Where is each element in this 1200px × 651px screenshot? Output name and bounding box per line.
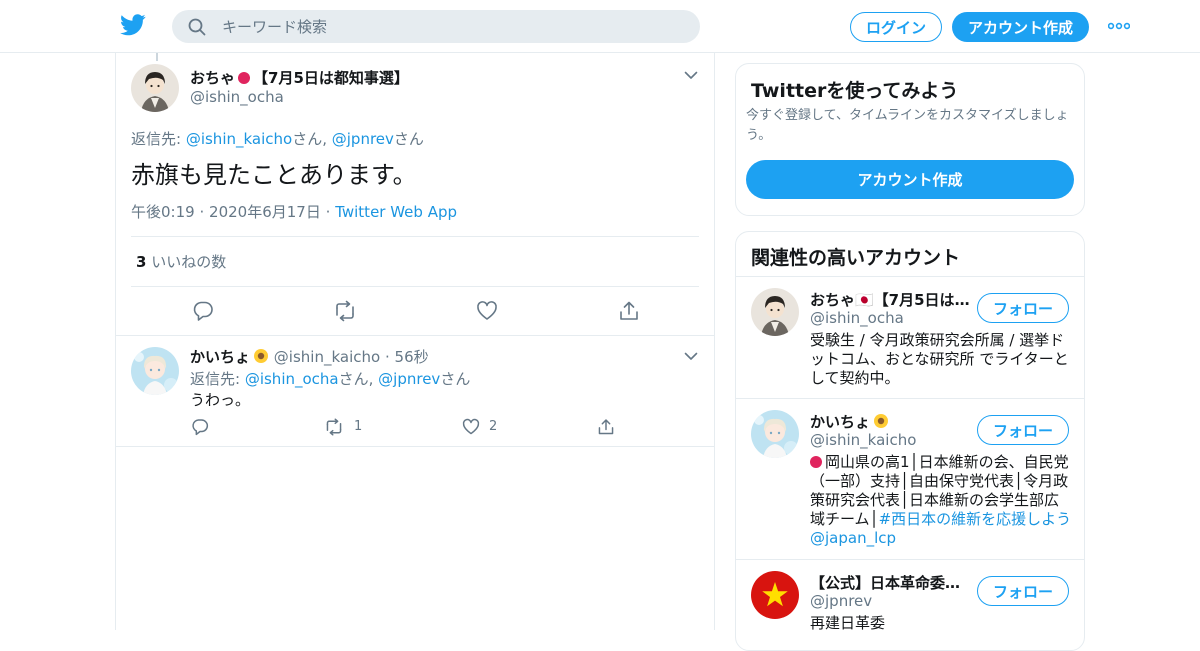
twitter-bird-icon[interactable]: [120, 14, 146, 36]
like-count: 2: [489, 419, 498, 434]
retweet-count: 1: [354, 419, 363, 434]
search-icon: [188, 18, 206, 36]
divider: [131, 286, 699, 287]
author-name-suffix: 【7月5日は都知事選】: [253, 69, 409, 87]
promo-title: Twitterを使ってみよう: [751, 80, 959, 102]
account-handle[interactable]: @ishin_kaicho: [810, 431, 916, 449]
mention-link[interactable]: @japan_lcp: [810, 529, 896, 547]
account-bio: 再建日革委: [810, 614, 886, 632]
retweet-icon[interactable]: [325, 418, 343, 436]
reply-text: うわっ。: [190, 391, 251, 409]
avatar-ocha-icon: [751, 288, 799, 336]
search-box[interactable]: [172, 10, 700, 43]
share-icon[interactable]: [597, 418, 615, 436]
reply-context: 返信先: @ishin_kaichoさん, @jpnrevさん: [131, 128, 424, 149]
japan-flag-icon: [238, 72, 251, 84]
reply-mention-link[interactable]: @jpnrev: [332, 130, 394, 148]
divider: [116, 446, 714, 447]
reply-icon[interactable]: [192, 300, 214, 322]
meta-separator: ·: [199, 203, 205, 221]
likes-label: いいねの数: [151, 253, 227, 271]
tweet-metadata: 午後0:19 · 2020年6月17日 · Twitter Web App: [131, 201, 457, 222]
account-name: かいちょ: [810, 413, 871, 431]
divider: [131, 236, 699, 237]
reply-separator: さん: [393, 130, 424, 148]
promo-signup-button[interactable]: アカウント作成: [746, 160, 1074, 199]
reply-context: 返信先: @ishin_ochaさん, @jpnrevさん: [190, 368, 470, 389]
sunflower-icon: [254, 349, 269, 363]
search-input[interactable]: [222, 10, 682, 43]
retweet-icon[interactable]: [334, 300, 356, 322]
account-item[interactable]: 【公式】日本革命委員会 @jpnrev フォロー 再建日革委: [736, 559, 1084, 650]
reply-time[interactable]: 56秒: [395, 348, 429, 366]
top-header: ログイン アカウント作成: [0, 0, 1200, 53]
like-heart-icon[interactable]: [476, 300, 498, 322]
follow-button[interactable]: フォロー: [977, 576, 1069, 606]
meta-separator: ·: [384, 348, 390, 366]
related-title: 関連性の高いアカウント: [751, 247, 961, 269]
reply-separator: さん,: [338, 370, 379, 388]
account-name[interactable]: 【公式】日本革命委員会: [810, 572, 970, 593]
tweet-author-name[interactable]: おちゃ 【7月5日は都知事選】: [190, 67, 409, 88]
reply-separator: さん,: [292, 130, 332, 148]
author-name: おちゃ: [190, 69, 236, 87]
hashtag-link[interactable]: #西日本の維新を応援しよう: [879, 510, 1072, 528]
meta-separator: ·: [325, 203, 331, 221]
account-handle[interactable]: @ishin_ocha: [810, 309, 904, 327]
signup-button[interactable]: アカウント作成: [952, 12, 1089, 42]
reply-author-name[interactable]: かいちょ: [190, 348, 250, 366]
thread-connector: [156, 53, 158, 61]
account-name-row[interactable]: かいちょ: [810, 411, 889, 432]
sunflower-icon: [874, 414, 889, 428]
avatar-jpnrev-icon: [751, 571, 799, 619]
promo-subtitle: 今すぐ登録して、タイムラインをカスタマイズしましょう。: [746, 108, 1069, 143]
account-item[interactable]: かいちょ @ishin_kaicho フォロー 岡山県の高1│日本維新の会、自民…: [736, 398, 1084, 559]
avatar-ocha-icon: [131, 64, 179, 112]
japan-flag-icon: [810, 456, 822, 468]
chevron-down-icon[interactable]: [684, 352, 698, 361]
chevron-down-icon[interactable]: [684, 71, 698, 80]
account-handle[interactable]: @jpnrev: [810, 592, 872, 610]
signup-promo-card: Twitterを使ってみよう 今すぐ登録して、タイムラインをカスタマイズしましょ…: [735, 63, 1085, 216]
account-item[interactable]: おちゃ🇯🇵【7月5日は都知事選】 @ishin_ocha フォロー 受験生 / …: [736, 276, 1084, 399]
account-name[interactable]: おちゃ🇯🇵【7月5日は都知事選】: [810, 289, 970, 310]
reply-author-row: かいちょ @ishin_kaicho · 56秒: [190, 346, 429, 367]
avatar-kaicho-icon: [131, 347, 179, 395]
likes-stat[interactable]: 3 いいねの数: [136, 251, 226, 272]
likes-count: 3: [136, 253, 147, 271]
follow-button[interactable]: フォロー: [977, 293, 1069, 323]
avatar[interactable]: [131, 64, 179, 112]
author-handle[interactable]: @ishin_ocha: [190, 88, 284, 106]
reply-mention-link[interactable]: @ishin_ocha: [245, 370, 339, 388]
main-timeline: おちゃ 【7月5日は都知事選】 @ishin_ocha 返信先: @ishin_k…: [115, 53, 715, 630]
account-bio: 岡山県の高1│日本維新の会、自民党（一部）支持│自由保守党代表│令月政策研究会代…: [810, 453, 1072, 548]
reply-prefix: 返信先:: [131, 130, 186, 148]
tweet-text: 赤旗も見たことあります。: [131, 161, 417, 189]
tweet-time[interactable]: 午後0:19: [131, 203, 195, 221]
reply-icon[interactable]: [191, 418, 209, 436]
avatar[interactable]: [751, 410, 799, 458]
avatar[interactable]: [131, 347, 179, 395]
follow-button[interactable]: フォロー: [977, 415, 1069, 445]
avatar[interactable]: [751, 571, 799, 619]
tweet-date[interactable]: 2020年6月17日: [209, 203, 321, 221]
share-icon[interactable]: [618, 300, 640, 322]
reply-separator: さん: [440, 370, 471, 388]
like-heart-icon[interactable]: [462, 418, 480, 436]
reply-author-handle[interactable]: @ishin_kaicho: [274, 348, 380, 366]
reply-prefix: 返信先:: [190, 370, 245, 388]
reply-mention-link[interactable]: @jpnrev: [378, 370, 440, 388]
more-options-icon[interactable]: [1108, 22, 1130, 30]
avatar[interactable]: [751, 288, 799, 336]
login-button[interactable]: ログイン: [850, 12, 942, 42]
tweet-source-link[interactable]: Twitter Web App: [335, 203, 457, 221]
related-accounts-card: 関連性の高いアカウント おちゃ🇯🇵【7月5日は都知事選】 @ishin_ocha…: [735, 231, 1085, 651]
account-bio: 受験生 / 令月政策研究会所属 / 選挙ドットコム、おとな研究所 でライターとし…: [810, 331, 1069, 387]
divider: [116, 335, 714, 336]
avatar-kaicho-icon: [751, 410, 799, 458]
reply-mention-link[interactable]: @ishin_kaicho: [186, 130, 292, 148]
